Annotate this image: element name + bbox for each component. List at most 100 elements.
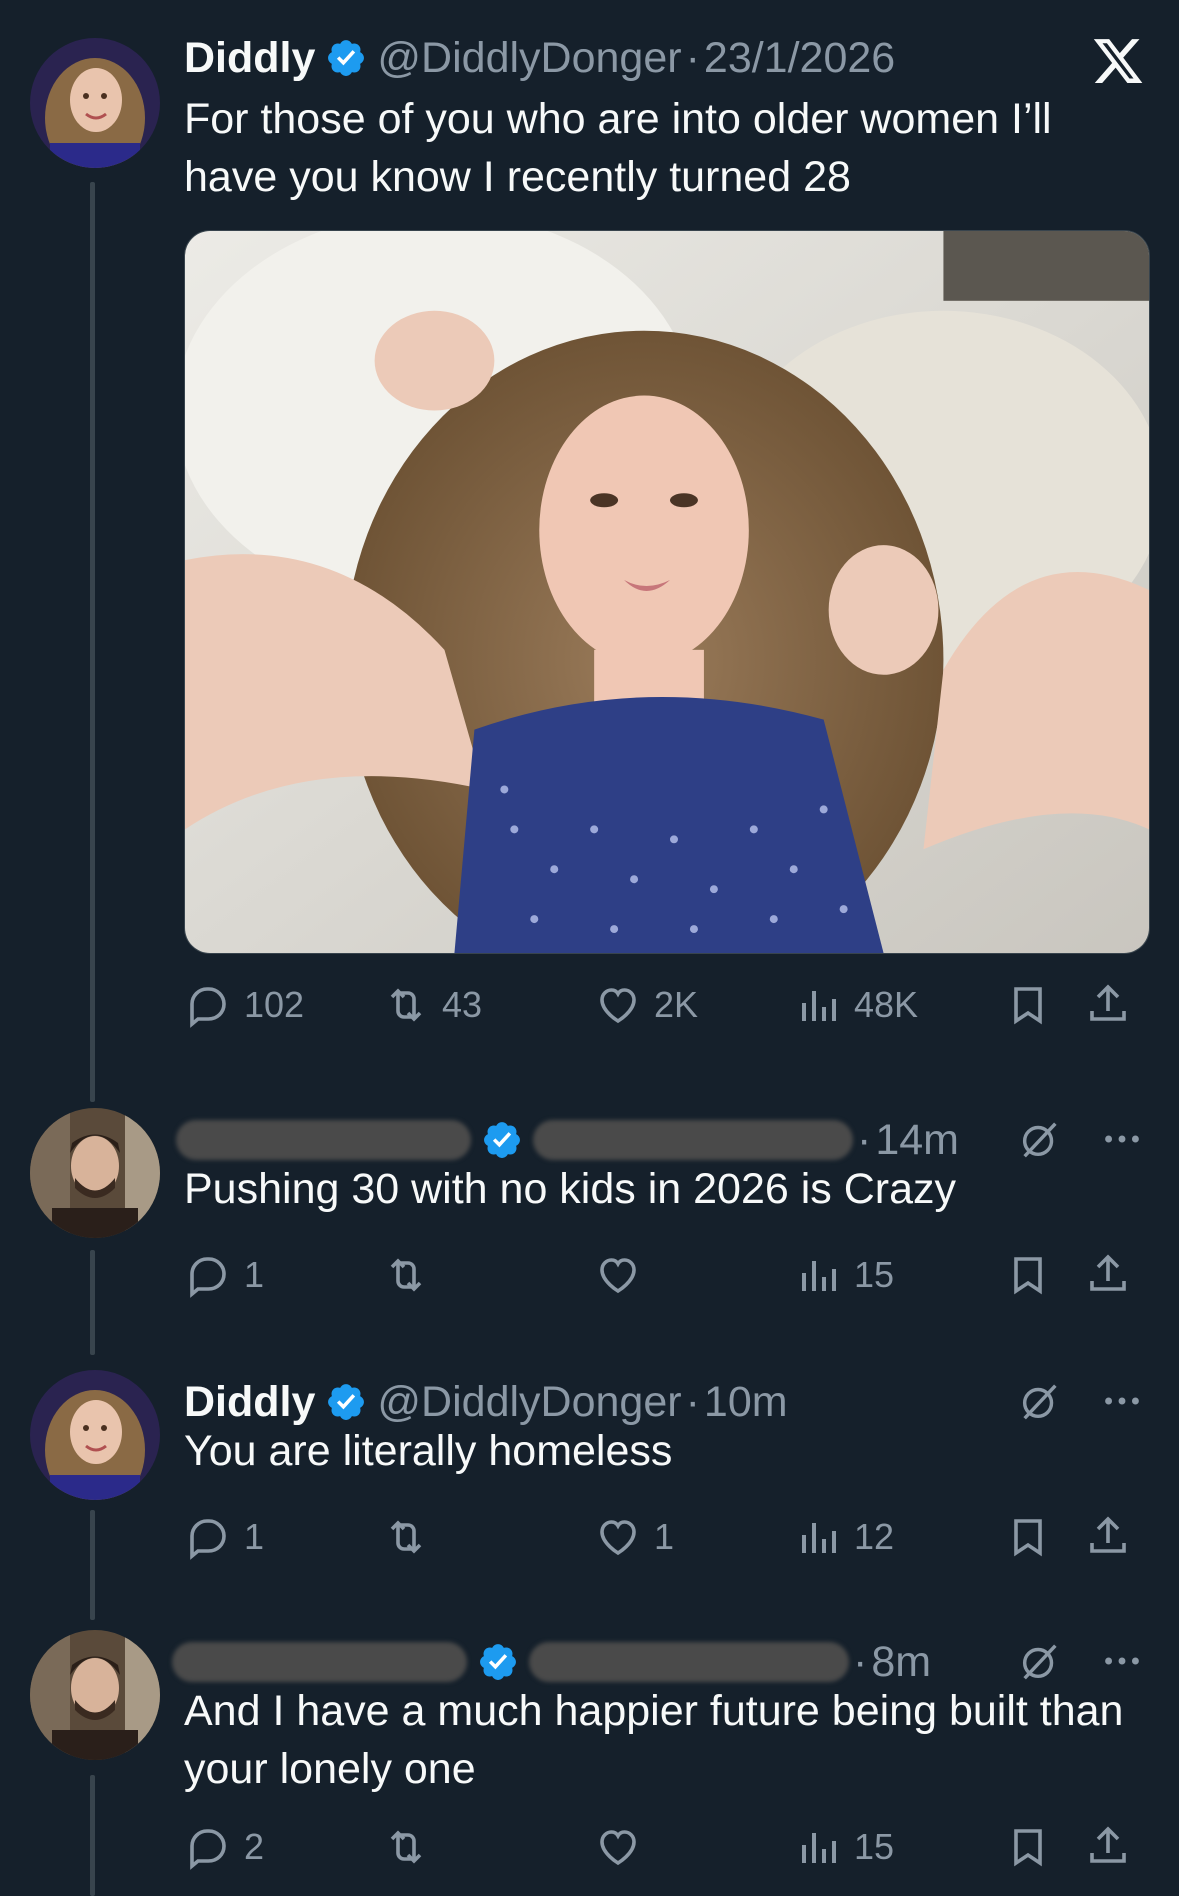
tweet-text: For those of you who are into older wome… (184, 95, 1052, 201)
display-name[interactable]: Diddly (184, 34, 315, 83)
tweet-main[interactable]: Diddly @DiddlyDonger · 23/1/2026 For tho… (0, 0, 1179, 1080)
tweet-actions: 102 43 2K 48K (184, 975, 1130, 1035)
bookmark-icon (1014, 987, 1042, 1025)
views-button[interactable]: 48K (794, 975, 918, 1035)
like-count: 2K (654, 984, 699, 1025)
views-button[interactable]: 15 (794, 1245, 894, 1305)
separator-dot: · (857, 1115, 872, 1164)
reply-tweet[interactable]: · 8m And I have a much happier future be… (0, 1612, 1179, 1896)
avatar[interactable] (30, 1108, 160, 1238)
repost-icon (390, 1830, 422, 1864)
avatar[interactable] (30, 1630, 160, 1760)
reply-count: 1 (244, 1516, 265, 1557)
reply-button[interactable]: 1 (184, 1507, 264, 1567)
share-button[interactable] (1084, 975, 1132, 1035)
tweet-photo[interactable] (184, 230, 1150, 954)
like-button[interactable]: 2K (594, 975, 698, 1035)
avatar[interactable] (30, 38, 160, 168)
redacted-handle (533, 1120, 853, 1160)
reply-icon (190, 1829, 226, 1870)
bookmark-button[interactable] (1004, 1817, 1052, 1877)
share-button[interactable] (1084, 1245, 1132, 1305)
reply-icon (190, 1257, 226, 1298)
bookmark-button[interactable] (1004, 975, 1052, 1035)
views-count: 48K (854, 984, 919, 1025)
separator-dot: · (685, 33, 700, 82)
views-count: 12 (854, 1516, 895, 1557)
x-logo-icon (1093, 39, 1143, 83)
tweet-header: Diddly @DiddlyDonger · 23/1/2026 (184, 28, 895, 88)
views-icon (802, 1833, 836, 1863)
repost-button[interactable] (382, 1817, 442, 1877)
timestamp[interactable]: 23/1/2026 (704, 34, 895, 83)
views-button[interactable]: 15 (794, 1817, 894, 1877)
bookmark-icon (1014, 1257, 1042, 1295)
like-button[interactable] (594, 1817, 654, 1877)
tweet-text: You are literally homeless (184, 1427, 673, 1475)
grok-icon[interactable] (1017, 1116, 1063, 1162)
more-icon[interactable] (1099, 1638, 1145, 1684)
reply-tweet[interactable]: Diddly @DiddlyDonger · 10m You are liter… (0, 1352, 1179, 1602)
repost-button[interactable] (382, 1245, 442, 1305)
reply-button[interactable]: 2 (184, 1817, 264, 1877)
more-icon[interactable] (1099, 1116, 1145, 1162)
avatar[interactable] (30, 1370, 160, 1500)
views-icon (802, 1523, 836, 1553)
reply-tweet[interactable]: · 14m Pushing 30 with no kids in 2026 is… (0, 1090, 1179, 1340)
timestamp[interactable]: 14m (875, 1116, 959, 1165)
separator-dot: · (853, 1637, 868, 1686)
bookmark-button[interactable] (1004, 1245, 1052, 1305)
verified-badge-icon (480, 1644, 516, 1680)
tweet-text: And I have a much happier future being b… (184, 1687, 1124, 1793)
bookmark-icon (1014, 1829, 1042, 1867)
repost-button[interactable] (382, 1507, 442, 1567)
heart-icon (600, 988, 636, 1024)
share-icon (1090, 984, 1126, 1021)
tweet-actions: 1 1 12 (184, 1507, 1130, 1567)
tweet-menu-icons (1017, 1378, 1145, 1424)
repost-button[interactable]: 43 (382, 975, 482, 1035)
reply-icon (190, 1519, 226, 1560)
display-name[interactable]: Diddly (184, 1378, 315, 1427)
share-button[interactable] (1084, 1507, 1132, 1567)
views-icon (802, 1261, 836, 1291)
grok-icon[interactable] (1017, 1638, 1063, 1684)
reply-count: 102 (244, 984, 305, 1025)
repost-count: 43 (442, 984, 483, 1025)
reply-button[interactable]: 102 (184, 975, 304, 1035)
handle[interactable]: @DiddlyDonger (377, 1378, 681, 1427)
views-button[interactable]: 12 (794, 1507, 894, 1567)
tweet-menu-icons (1017, 1116, 1145, 1162)
tweet-actions: 2 15 (184, 1817, 1130, 1877)
grok-icon[interactable] (1017, 1378, 1063, 1424)
timestamp[interactable]: 10m (704, 1378, 788, 1427)
handle[interactable]: @DiddlyDonger (377, 34, 681, 83)
share-icon (1090, 1826, 1126, 1863)
views-count: 15 (854, 1826, 895, 1867)
thread: Diddly @DiddlyDonger · 23/1/2026 For tho… (0, 0, 1179, 1896)
timestamp[interactable]: 8m (871, 1638, 931, 1687)
share-button[interactable] (1084, 1817, 1132, 1877)
share-icon (1090, 1516, 1126, 1553)
share-icon (1090, 1254, 1126, 1291)
reply-count: 1 (244, 1254, 265, 1295)
verified-badge-icon (328, 1384, 365, 1420)
views-icon (802, 991, 836, 1021)
bookmark-button[interactable] (1004, 1507, 1052, 1567)
heart-icon (600, 1830, 636, 1866)
like-button[interactable]: 1 (594, 1507, 674, 1567)
repost-icon (390, 1258, 422, 1292)
heart-icon (600, 1520, 636, 1556)
heart-icon (600, 1258, 636, 1294)
repost-icon (390, 988, 422, 1022)
separator-dot: · (685, 1377, 700, 1426)
views-count: 15 (854, 1254, 895, 1295)
reply-count: 2 (244, 1826, 265, 1867)
reply-icon (190, 987, 226, 1028)
tweet-actions: 1 15 (184, 1245, 1130, 1305)
reply-button[interactable]: 1 (184, 1245, 264, 1305)
more-icon[interactable] (1099, 1378, 1145, 1424)
redacted-name (176, 1120, 471, 1160)
like-button[interactable] (594, 1245, 654, 1305)
verified-badge-icon (484, 1122, 520, 1158)
